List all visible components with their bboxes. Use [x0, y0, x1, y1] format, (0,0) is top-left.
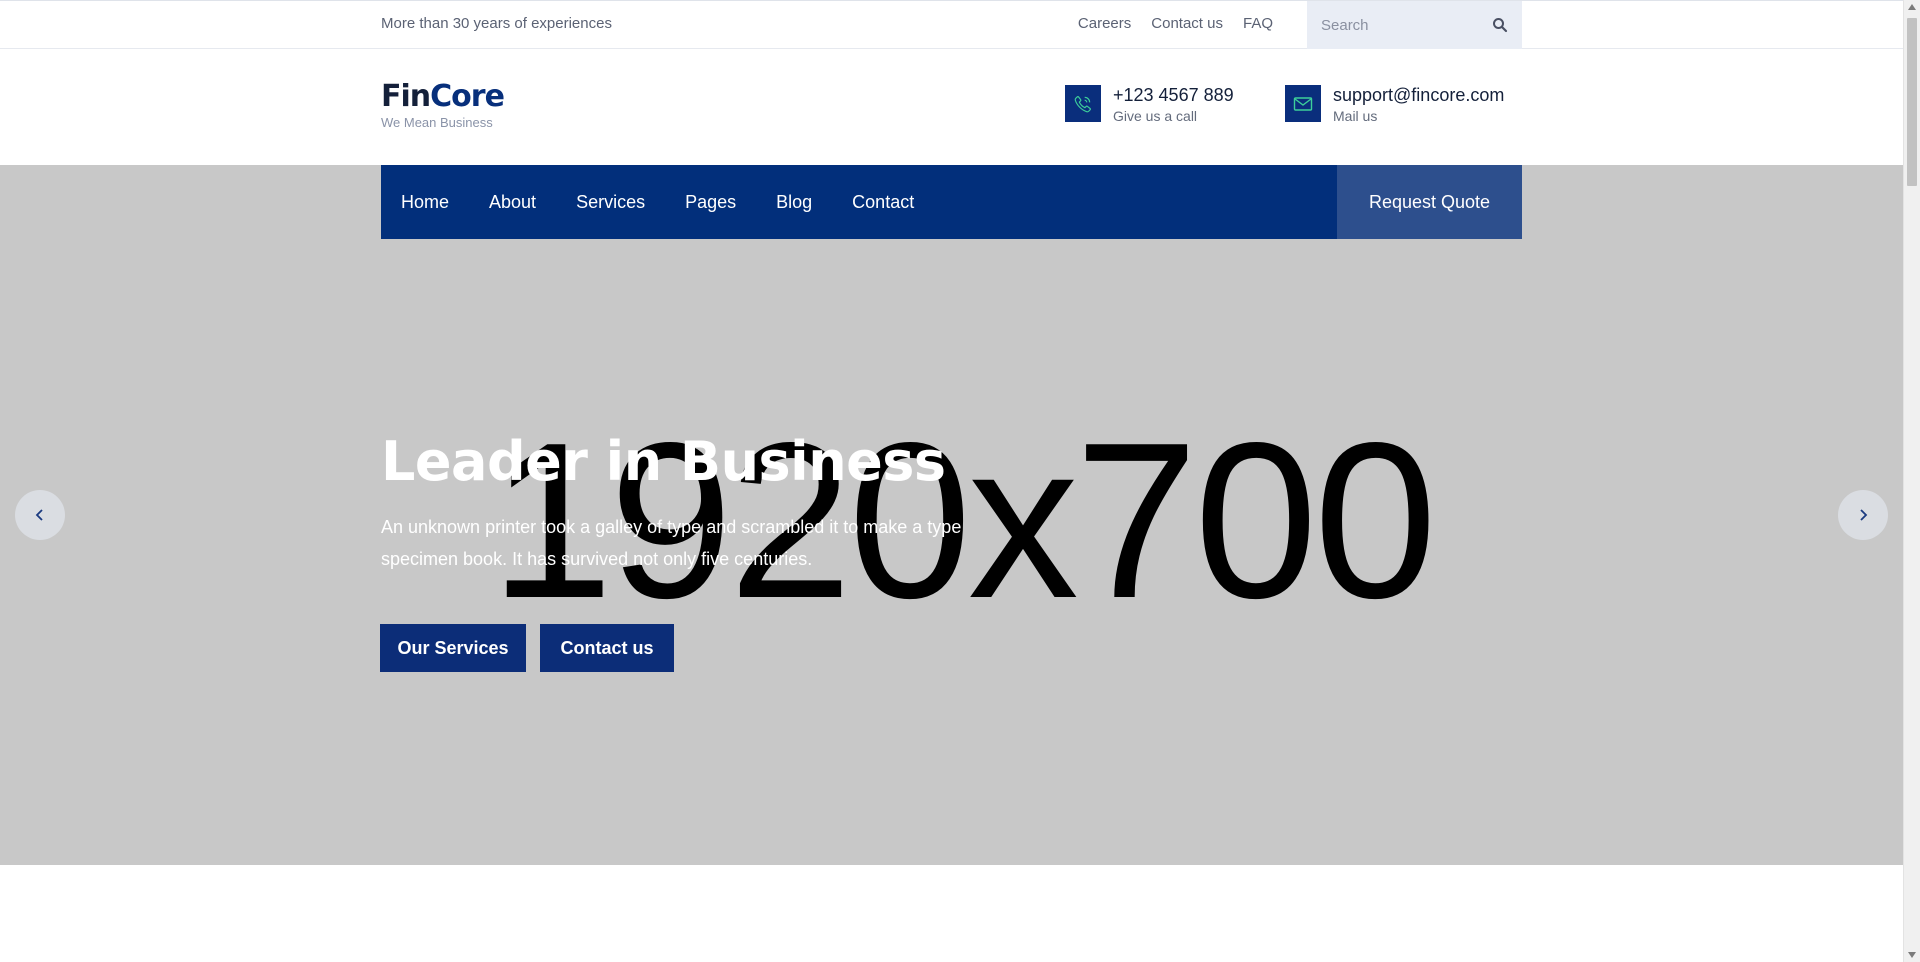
page-scrollbar[interactable]	[1903, 0, 1920, 962]
logo[interactable]: FinCore We Mean Business	[381, 79, 505, 130]
nav-services[interactable]: Services	[576, 192, 645, 213]
our-services-button[interactable]: Our Services	[380, 624, 526, 672]
logo-wordmark: FinCore	[381, 79, 505, 114]
slider-prev-button[interactable]	[15, 490, 65, 540]
scrollbar-thumb[interactable]	[1907, 18, 1917, 186]
contact-us-link[interactable]: Contact us	[1151, 15, 1223, 32]
phone-label: Give us a call	[1113, 108, 1198, 124]
search-icon[interactable]	[1492, 17, 1508, 33]
nav-contact[interactable]: Contact	[852, 192, 914, 213]
chevron-left-icon	[35, 509, 43, 521]
email-contact: support@fincore.com Mail us	[1285, 84, 1504, 125]
mail-icon	[1285, 85, 1321, 122]
phone-contact: +123 4567 889 Give us a call	[1065, 84, 1234, 125]
careers-link[interactable]: Careers	[1078, 15, 1131, 32]
site-header: FinCore We Mean Business +123 4567 889 G…	[0, 49, 1903, 165]
request-quote-button[interactable]: Request Quote	[1337, 165, 1522, 239]
email-address[interactable]: support@fincore.com	[1333, 84, 1504, 106]
hero-content: Leader in Business An unknown printer to…	[381, 435, 1081, 575]
scroll-up-icon[interactable]	[1908, 4, 1916, 10]
phone-icon	[1065, 85, 1101, 122]
search-input[interactable]	[1307, 1, 1477, 49]
chevron-right-icon	[1860, 509, 1868, 521]
hero-slider: 1920x700 Home About Services Pages Blog …	[0, 165, 1903, 865]
contact-us-button[interactable]: Contact us	[540, 624, 674, 672]
nav-home[interactable]: Home	[401, 192, 449, 213]
top-bar-links: Careers Contact us FAQ	[1078, 15, 1273, 32]
top-bar: More than 30 years of experiences Career…	[0, 0, 1903, 49]
main-nav: Home About Services Pages Blog Contact R…	[381, 165, 1522, 239]
nav-about[interactable]: About	[489, 192, 536, 213]
nav-blog[interactable]: Blog	[776, 192, 812, 213]
logo-slogan: We Mean Business	[381, 115, 493, 130]
top-bar-tagline: More than 30 years of experiences	[381, 15, 612, 32]
scroll-down-icon[interactable]	[1908, 952, 1916, 958]
hero-text: An unknown printer took a galley of type…	[381, 517, 962, 569]
phone-number[interactable]: +123 4567 889	[1113, 84, 1234, 106]
nav-pages[interactable]: Pages	[685, 192, 736, 213]
hero-buttons: Our Services Contact us	[380, 624, 674, 672]
slider-next-button[interactable]	[1838, 490, 1888, 540]
search-box	[1307, 1, 1522, 49]
hero-title: Leader in Business	[381, 430, 946, 493]
faq-link[interactable]: FAQ	[1243, 15, 1273, 32]
email-label: Mail us	[1333, 108, 1378, 124]
